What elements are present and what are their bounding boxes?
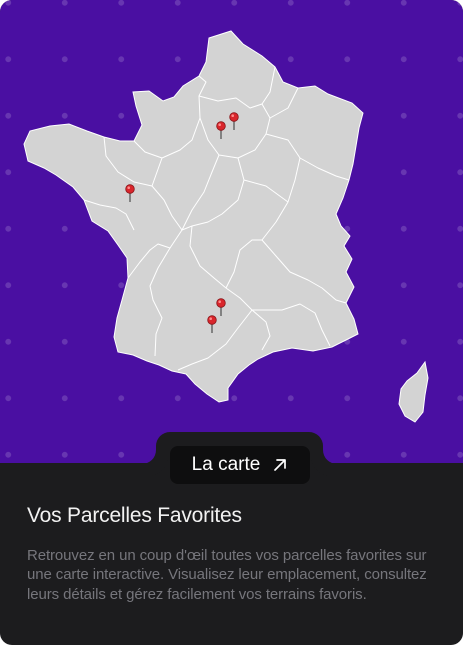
open-map-button-label: La carte	[191, 454, 261, 475]
france-map-svg	[23, 30, 429, 423]
open-map-button[interactable]: La carte	[170, 446, 310, 484]
france-map[interactable]	[0, 0, 463, 463]
parcels-card: La carte Vos Parcelles Favorites Retrouv…	[0, 0, 463, 645]
france-mainland-shape	[23, 30, 364, 403]
arrow-up-right-icon	[274, 459, 287, 471]
card-description: Retrouvez en un coup d'œil toutes vos pa…	[27, 547, 427, 603]
corsica-shape	[398, 360, 429, 423]
card-title: Vos Parcelles Favorites	[27, 504, 242, 527]
